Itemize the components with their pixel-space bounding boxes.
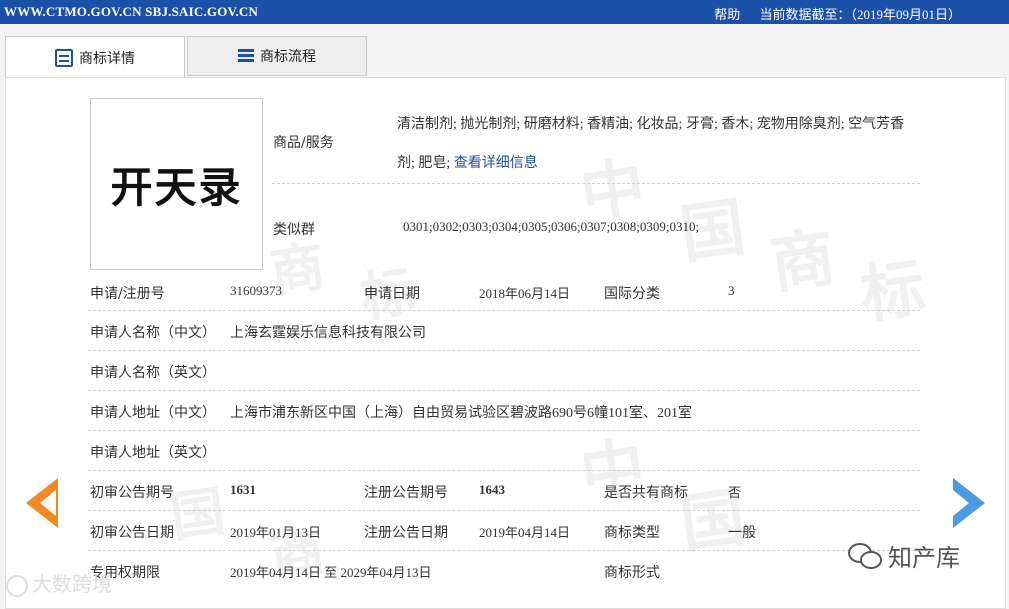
divider bbox=[88, 550, 920, 551]
intl-class-value: 3 bbox=[728, 283, 735, 298]
prelim-date-value: 2019年01月13日 bbox=[230, 525, 322, 540]
similar-group-value: 0301;0302;0303;0304;0305;0306;0307;0308;… bbox=[403, 219, 700, 234]
intl-class-label: 国际分类 bbox=[604, 286, 660, 302]
prelim-no-label: 初审公告期号 bbox=[90, 485, 174, 501]
view-details-link[interactable]: 查看详细信息 bbox=[454, 156, 538, 171]
app-date-label: 申请日期 bbox=[364, 286, 420, 302]
shared-value: 否 bbox=[728, 485, 742, 500]
trademark-image-text: 开天录 bbox=[110, 162, 243, 212]
reg-no-value: 31609373 bbox=[230, 283, 282, 298]
reg-pub-date-value: 2019年04月14日 bbox=[479, 525, 571, 540]
divider bbox=[88, 390, 920, 391]
goods-label: 商品/服务 bbox=[273, 135, 334, 151]
reg-pub-date-label: 注册公告日期 bbox=[364, 525, 448, 541]
prelim-no-value: 1631 bbox=[230, 482, 256, 497]
tab-trademark-detail[interactable]: 商标详情 bbox=[5, 36, 185, 78]
applicant-cn-label: 申请人名称（中文） bbox=[90, 325, 216, 341]
prelim-date-label: 初审公告日期 bbox=[90, 525, 174, 541]
shared-label: 是否共有商标 bbox=[604, 485, 688, 501]
tm-type-label: 商标类型 bbox=[604, 525, 660, 541]
address-cn-value: 上海市浦东新区中国（上海）自由贸易试验区碧波路690号6幢101室、201室 bbox=[230, 406, 692, 421]
source-watermark: 大数跨境 bbox=[6, 568, 112, 597]
similar-group-label: 类似群 bbox=[273, 222, 315, 238]
address-en-label: 申请人地址（英文） bbox=[90, 445, 216, 461]
goods-line-2: 剂; 肥皂; 查看详细信息 bbox=[397, 152, 538, 172]
goods-line-2-text: 剂; 肥皂; bbox=[397, 156, 454, 171]
wechat-account: 知产库 bbox=[888, 544, 960, 572]
help-link[interactable]: 帮助 bbox=[714, 7, 740, 22]
reg-pub-no-value: 1643 bbox=[479, 482, 505, 497]
divider bbox=[272, 183, 920, 184]
site-url[interactable]: WWW.CTMO.GOV.CN SBJ.SAIC.GOV.CN bbox=[4, 4, 258, 20]
wechat-icon bbox=[848, 542, 882, 569]
divider bbox=[88, 430, 920, 431]
tab-label: 商标流程 bbox=[260, 49, 316, 65]
tab-bar: 商标详情 商标流程 bbox=[5, 36, 367, 78]
data-date: 当前数据截至：（2019年09月01日） bbox=[759, 7, 961, 22]
document-icon bbox=[55, 48, 73, 67]
next-arrow-cutout bbox=[953, 490, 969, 516]
divider bbox=[88, 350, 920, 351]
source-text: 大数跨境 bbox=[32, 572, 112, 596]
top-bar: WWW.CTMO.GOV.CN SBJ.SAIC.GOV.CN 帮助 当前数据截… bbox=[0, 0, 1009, 24]
trademark-image: 开天录 bbox=[90, 98, 263, 270]
tm-form-label: 商标形式 bbox=[604, 565, 660, 581]
tm-type-value: 一般 bbox=[728, 526, 756, 541]
tab-label: 商标详情 bbox=[79, 50, 135, 67]
exclusive-value: 2019年04月14日 至 2029年04月13日 bbox=[230, 565, 432, 580]
divider bbox=[88, 310, 920, 311]
applicant-cn-value: 上海玄霆娱乐信息科技有限公司 bbox=[230, 326, 426, 341]
address-cn-label: 申请人地址（中文） bbox=[90, 405, 216, 421]
app-date-value: 2018年06月14日 bbox=[479, 286, 571, 301]
tab-trademark-process[interactable]: 商标流程 bbox=[187, 36, 367, 76]
list-icon bbox=[238, 49, 254, 63]
divider bbox=[88, 510, 920, 511]
reg-no-label: 申请/注册号 bbox=[90, 286, 165, 302]
goods-line-1: 清洁制剂; 抛光制剂; 研磨材料; 香精油; 化妆品; 牙膏; 香木; 宠物用除… bbox=[397, 117, 905, 132]
divider bbox=[88, 470, 920, 471]
applicant-en-label: 申请人名称（英文） bbox=[90, 365, 216, 381]
weibo-icon bbox=[6, 574, 28, 597]
reg-pub-no-label: 注册公告期号 bbox=[364, 485, 448, 501]
prev-arrow-cutout bbox=[40, 490, 56, 516]
wechat-watermark: 知产库 bbox=[848, 538, 960, 573]
